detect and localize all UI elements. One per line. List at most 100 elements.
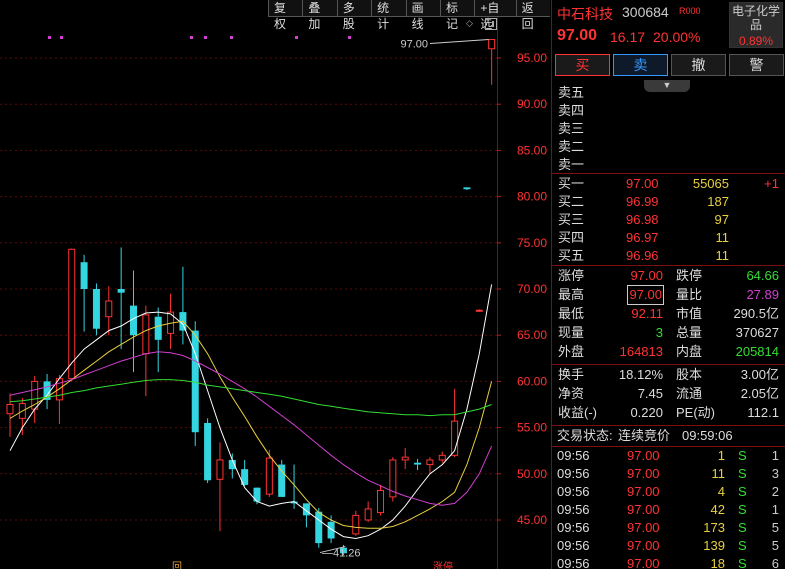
candle-body[interactable] xyxy=(154,316,162,340)
buy-level-volume: 97 xyxy=(714,212,729,227)
candle-body[interactable] xyxy=(488,39,496,50)
stat-label: 净资 xyxy=(558,386,585,401)
candle-body[interactable] xyxy=(216,459,224,480)
divider xyxy=(552,265,785,266)
tick-volume: 11 xyxy=(711,466,726,481)
sell-level-label: 卖二 xyxy=(558,139,585,154)
moving-average-line xyxy=(9,379,492,417)
tick-volume: 42 xyxy=(710,502,725,517)
trade-status-time: 09:59:06 xyxy=(682,428,733,443)
stat-label: 最高 xyxy=(558,287,585,302)
candle-body[interactable] xyxy=(265,457,273,495)
sell-level-label: 卖一 xyxy=(558,157,585,172)
buy-level-price: 96.96 xyxy=(626,248,659,263)
price-tick-label: 45.00 xyxy=(517,513,547,527)
tick-row[interactable]: 09:56 97.00 139 S 5 xyxy=(552,537,785,555)
candle-body[interactable] xyxy=(352,514,360,535)
buy-level-label: 买三 xyxy=(558,212,585,227)
candle-body[interactable] xyxy=(142,314,150,355)
mark-button[interactable]: 标记 xyxy=(439,0,475,31)
tick-row[interactable]: 09:56 97.00 173 S 5 xyxy=(552,519,785,537)
candle-body[interactable] xyxy=(278,464,286,497)
stat-value: 112.1 xyxy=(747,405,779,420)
sector-badge[interactable]: 电子化学品 0.89% xyxy=(729,2,783,48)
signal-marker xyxy=(295,36,298,39)
candle-body[interactable] xyxy=(80,262,88,289)
stat-value: 3 xyxy=(655,325,663,340)
tick-count: 6 xyxy=(771,556,779,569)
cancel-order-button[interactable]: 撤 xyxy=(671,54,726,76)
sell-level-row: 卖一 xyxy=(552,156,785,174)
candle-body[interactable] xyxy=(117,289,125,293)
panel-toggle-icon[interactable] xyxy=(485,18,497,30)
stat-label: 市值 xyxy=(676,306,703,321)
bottom-left-marker: 回 xyxy=(172,561,182,569)
candle-body[interactable] xyxy=(463,187,471,190)
tick-row[interactable]: 09:56 97.00 1 S 1 xyxy=(552,447,785,465)
tick-count: 5 xyxy=(771,520,779,535)
candle-body[interactable] xyxy=(426,459,434,466)
stats-button[interactable]: 统计 xyxy=(371,0,406,31)
buy-level-label: 买二 xyxy=(558,194,585,209)
stat-row: 最高 97.00 量比 27.89 xyxy=(552,285,785,305)
draw-line-button[interactable]: 画线 xyxy=(405,0,440,31)
quote-header: 中石科技 300684 R000 电子化学品 0.89% 97.00 16.17… xyxy=(552,0,785,50)
price-change: 16.17 xyxy=(610,29,646,45)
price-tick-label: 60.00 xyxy=(517,374,547,388)
buy-level-row[interactable]: 买四 96.97 11 xyxy=(552,229,785,247)
sell-button[interactable]: 卖 xyxy=(613,54,668,76)
candle-body[interactable] xyxy=(92,289,100,329)
high-annotation-line xyxy=(429,39,489,45)
buy-level-row[interactable]: 买二 96.99 187 xyxy=(552,193,785,211)
candle-body[interactable] xyxy=(401,456,409,461)
candle-body[interactable] xyxy=(414,462,422,465)
moving-average-line xyxy=(9,320,493,529)
tick-row[interactable]: 09:56 97.00 42 S 1 xyxy=(552,501,785,519)
price-tick-label: 65.00 xyxy=(517,328,547,342)
divider xyxy=(552,364,785,365)
tick-count: 2 xyxy=(771,484,779,499)
candle-body[interactable] xyxy=(315,511,323,544)
stat-label: 量比 xyxy=(676,287,703,302)
candle-body[interactable] xyxy=(105,300,113,318)
buy-level-price: 96.98 xyxy=(626,212,659,227)
diamond-icon[interactable]: ◇ xyxy=(466,18,473,29)
multi-stock-button[interactable]: 多股 xyxy=(336,0,372,31)
stat-value: 3.00亿 xyxy=(740,367,779,382)
kline-chart-canvas[interactable]: 95.00 90.00 85.00 80.00 75.00 70.00 65.00 60.00… xyxy=(0,0,550,569)
candle-body[interactable] xyxy=(377,489,384,514)
candle-body[interactable] xyxy=(204,422,212,481)
buy-level-row[interactable]: 买一 97.00 55065 +1 xyxy=(552,175,785,193)
low-annotation-label: —41.26 xyxy=(322,548,361,560)
stat-row: 净资 7.45 流通 2.05亿 xyxy=(552,385,785,403)
buy-level-row[interactable]: 买五 96.96 11 xyxy=(552,247,785,265)
candle-body[interactable] xyxy=(191,330,199,433)
tick-row[interactable]: 09:56 97.00 18 S 6 xyxy=(552,555,785,569)
price-tick-label: 85.00 xyxy=(517,143,547,157)
stat-value: 18.12% xyxy=(618,367,663,382)
candle-body[interactable] xyxy=(475,309,483,312)
divider xyxy=(552,425,785,426)
high-annotation-label: 97.00 xyxy=(400,39,428,51)
candle-body[interactable] xyxy=(6,404,14,415)
buy-level-row[interactable]: 买三 96.98 97 xyxy=(552,211,785,229)
tick-row[interactable]: 09:56 97.00 4 S 2 xyxy=(552,483,785,501)
candle-body[interactable] xyxy=(68,248,76,380)
alert-button[interactable]: 警 xyxy=(729,54,784,76)
add-watchlist-button[interactable]: +自选 xyxy=(474,0,516,31)
stat-label: 流通 xyxy=(676,386,703,401)
signal-marker xyxy=(204,36,207,39)
buy-button[interactable]: 买 xyxy=(555,54,610,76)
tick-row[interactable]: 09:56 97.00 11 S 3 xyxy=(552,465,785,483)
overlay-button[interactable]: 叠加 xyxy=(302,0,337,31)
chart-toolbar: 复权 叠加 多股 统计 画线 标记 +自选 返回 xyxy=(268,0,550,31)
fuquan-button[interactable]: 复权 xyxy=(268,0,303,31)
candle-body[interactable] xyxy=(438,454,446,461)
kline-chart[interactable]: 95.00 90.00 85.00 80.00 75.00 70.00 65.00 60.00… xyxy=(0,0,550,569)
back-button[interactable]: 返回 xyxy=(515,0,550,31)
tick-price: 97.00 xyxy=(627,448,660,463)
stat-value: 27.89 xyxy=(746,287,779,302)
candle-body[interactable] xyxy=(364,508,372,521)
tick-time: 09:56 xyxy=(557,448,590,463)
stat-label: 内盘 xyxy=(676,344,703,359)
